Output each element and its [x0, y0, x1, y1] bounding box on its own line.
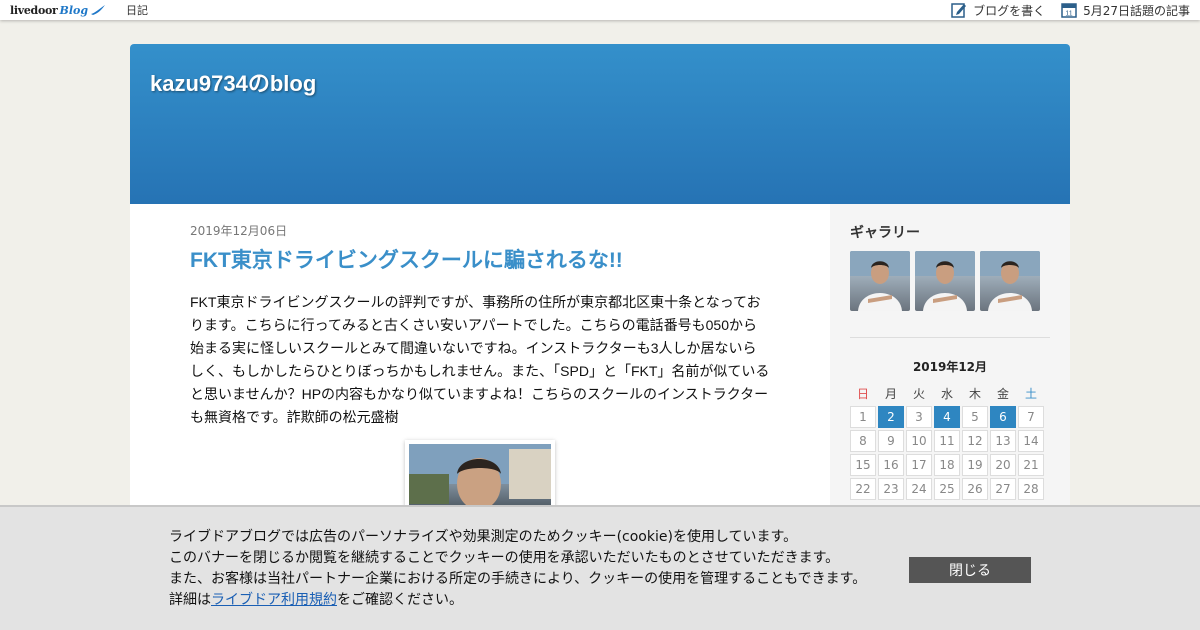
- cookie-banner: ライブドアブログでは広告のパーソナライズや効果測定のためクッキー(cookie)…: [0, 505, 1200, 630]
- gallery: [850, 251, 1050, 311]
- bird-icon: [91, 5, 106, 15]
- calendar-icon-day: 11: [1065, 11, 1072, 18]
- person-thumbnail-icon: [980, 251, 1040, 311]
- calendar-day: 23: [878, 478, 904, 500]
- calendar-day: 7: [1018, 406, 1044, 428]
- calendar-day: 13: [990, 430, 1016, 452]
- gallery-thumb[interactable]: [850, 251, 910, 311]
- article: 2019年12月06日 FKT東京ドライビングスクールに騙されるな!! FKT東…: [190, 222, 770, 550]
- sidebar-divider: [850, 337, 1050, 338]
- calendar-day: 10: [906, 430, 932, 452]
- calendar-weekday: 木: [968, 387, 981, 401]
- calendar-day: 19: [962, 454, 988, 476]
- pencil-icon: [951, 3, 967, 18]
- blog-header: kazu9734のblog: [130, 44, 1070, 204]
- calendar-day-with-post[interactable]: 6: [990, 406, 1016, 428]
- calendar-day: 20: [990, 454, 1016, 476]
- calendar-day: 27: [990, 478, 1016, 500]
- calendar-day: 15: [850, 454, 876, 476]
- calendar-weekdays: 日月火水木金土: [850, 385, 1050, 402]
- person-thumbnail-icon: [850, 251, 910, 311]
- topic-articles-link[interactable]: 11 5月27日話題の記事: [1061, 2, 1190, 19]
- calendar-day: 26: [962, 478, 988, 500]
- write-blog-link[interactable]: ブログを書く: [951, 2, 1045, 19]
- write-blog-label: ブログを書く: [973, 3, 1046, 18]
- calendar-weekday: 金: [996, 387, 1009, 401]
- livedoor-blog-logo[interactable]: livedoor Blog: [10, 0, 106, 20]
- calendar-day-with-post[interactable]: 4: [934, 406, 960, 428]
- calendar-weekday: 水: [940, 387, 953, 401]
- header-actions: ブログを書く 11 5月27日話題の記事: [935, 0, 1190, 20]
- calendar-day: 21: [1018, 454, 1044, 476]
- global-header-bar: livedoor Blog 日記 ブログを書く 11 5月27日話題の記事: [0, 0, 1200, 20]
- gallery-thumb[interactable]: [915, 251, 975, 311]
- post-body: FKT東京ドライビングスクールの評判ですが、事務所の住所が東京都北区東十条となっ…: [190, 294, 770, 425]
- logo-word: livedoor: [10, 3, 58, 17]
- calendar-title: 2019年12月: [912, 360, 988, 374]
- blog-title[interactable]: kazu9734のblog: [150, 66, 1050, 98]
- calendar: 2019年12月 日月火水木金土 1 2 3 4 5 6 7 8 9 10 11 12 13 14 15 16…: [850, 358, 1050, 500]
- cookie-line-4-suffix: をご確認ください。: [337, 592, 463, 608]
- calendar-day: 25: [934, 478, 960, 500]
- calendar-day: 18: [934, 454, 960, 476]
- person-thumbnail-icon: [915, 251, 975, 311]
- gallery-title: ギャラリー: [850, 225, 920, 241]
- cookie-line-2: このバナーを閉じるか閲覧を継続することでクッキーの使用を承認いただいたものとさせ…: [169, 550, 840, 566]
- logo-blog: Blog: [59, 3, 89, 17]
- calendar-day-with-post[interactable]: 2: [878, 406, 904, 428]
- post-title[interactable]: FKT東京ドライビングスクールに騙されるな!!: [190, 244, 770, 274]
- cookie-line-1: ライブドアブログでは広告のパーソナライズや効果測定のためクッキー(cookie)…: [169, 529, 798, 545]
- gallery-thumb[interactable]: [980, 251, 1040, 311]
- calendar-day: 8: [850, 430, 876, 452]
- cookie-text: ライブドアブログでは広告のパーソナライズや効果測定のためクッキー(cookie)…: [169, 527, 866, 611]
- calendar-days: 1 2 3 4 5 6 7 8 9 10 11 12 13 14 15 16 17 18 19 20 21 22 23 24 2…: [850, 406, 1050, 500]
- terms-link[interactable]: ライブドア利用規約: [211, 592, 337, 608]
- cookie-line-4-prefix: 詳細は: [169, 592, 211, 608]
- calendar-weekday: 火: [912, 387, 925, 401]
- topic-articles-label: 5月27日話題の記事: [1083, 3, 1190, 18]
- calendar-weekday: 月: [884, 387, 897, 401]
- calendar-weekday: 日: [856, 387, 869, 401]
- calendar-day: 11: [934, 430, 960, 452]
- calendar-day: 12: [962, 430, 988, 452]
- cookie-line-3: また、お客様は当社パートナー企業における所定の手続きにより、クッキーの使用を管理…: [169, 571, 867, 587]
- calendar-day: 24: [906, 478, 932, 500]
- calendar-icon: 11: [1061, 3, 1077, 18]
- calendar-day: 9: [878, 430, 904, 452]
- calendar-day: 28: [1018, 478, 1044, 500]
- calendar-day: 17: [906, 454, 932, 476]
- post-date: 2019年12月06日: [190, 224, 288, 238]
- calendar-day: 3: [906, 406, 932, 428]
- calendar-day: 1: [850, 406, 876, 428]
- calendar-day: 14: [1018, 430, 1044, 452]
- calendar-weekday: 土: [1024, 387, 1037, 401]
- calendar-day: 5: [962, 406, 988, 428]
- calendar-day: 16: [878, 454, 904, 476]
- calendar-day: 22: [850, 478, 876, 500]
- cookie-line-4: 詳細はライブドア利用規約をご確認ください。: [169, 590, 866, 611]
- nav-diary-link[interactable]: 日記: [126, 2, 148, 18]
- close-banner-button[interactable]: 閉じる: [909, 557, 1031, 583]
